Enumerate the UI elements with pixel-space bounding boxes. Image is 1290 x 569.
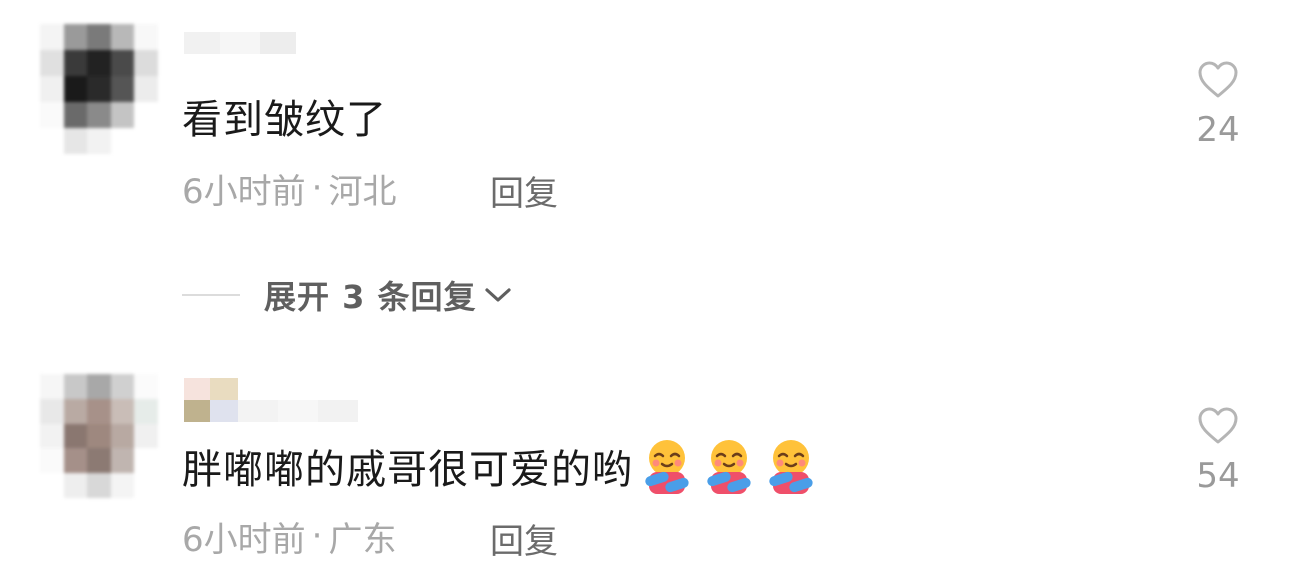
avatar[interactable] bbox=[40, 24, 158, 154]
comment-location: 广东 bbox=[328, 519, 397, 560]
like-button[interactable]: 54 bbox=[1186, 406, 1250, 496]
comment-text-body: 胖嘟嘟的戚哥很可爱的哟 bbox=[182, 447, 633, 493]
comment-time: 6小时前 bbox=[182, 519, 306, 560]
avatar[interactable] bbox=[40, 374, 158, 498]
comment-location: 河北 bbox=[328, 171, 397, 212]
comment-text: 胖嘟嘟的戚哥很可爱的哟 bbox=[182, 432, 819, 500]
comment-time: 6小时前 bbox=[182, 171, 306, 212]
hug-emoji bbox=[769, 440, 813, 494]
reply-button[interactable]: 回复 bbox=[490, 514, 558, 563]
username-blurred[interactable] bbox=[184, 378, 358, 422]
divider-line bbox=[182, 294, 240, 296]
hug-emoji bbox=[645, 440, 689, 494]
chevron-down-icon bbox=[484, 288, 511, 302]
username-blurred[interactable] bbox=[184, 32, 296, 54]
like-count: 24 bbox=[1196, 110, 1240, 150]
hug-emoji bbox=[707, 440, 751, 494]
comment-item: 看到皱纹了 6小时前 · 河北 回复 24 bbox=[0, 0, 1290, 240]
meta-separator: · bbox=[311, 168, 323, 208]
reply-button[interactable]: 回复 bbox=[490, 166, 558, 215]
heart-outline-icon bbox=[1198, 407, 1238, 444]
comment-meta: 6小时前 · 广东 bbox=[182, 514, 397, 560]
like-count: 54 bbox=[1196, 456, 1240, 496]
comment-text: 看到皱纹了 bbox=[182, 90, 387, 143]
comment-text-body: 看到皱纹了 bbox=[182, 97, 387, 143]
comment-item: 胖嘟嘟的戚哥很可爱的哟 6小时前 · 广东 回复 54 bbox=[0, 360, 1290, 569]
meta-separator: · bbox=[311, 516, 323, 556]
like-button[interactable]: 24 bbox=[1186, 60, 1250, 150]
comment-meta: 6小时前 · 河北 bbox=[182, 166, 397, 212]
expand-replies-button[interactable]: 展开 3 条回复 bbox=[182, 272, 513, 318]
heart-outline-icon bbox=[1198, 61, 1238, 98]
expand-replies-label: 展开 3 条回复 bbox=[264, 278, 477, 316]
